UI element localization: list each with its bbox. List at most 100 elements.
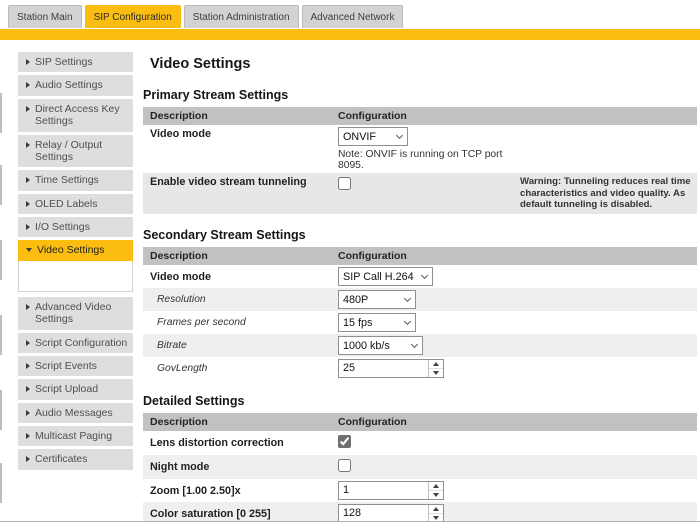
sidebar-item-label: Audio Settings (35, 79, 103, 91)
tunneling-checkbox[interactable] (338, 177, 351, 190)
table-row: Enable video stream tunneling Warning: T… (143, 173, 697, 214)
detailed-section-title: Detailed Settings (143, 394, 697, 408)
left-edge-mark (0, 240, 2, 280)
chevron-right-icon (26, 304, 30, 310)
column-header-configuration: Configuration (338, 248, 520, 264)
chevron-down-icon (396, 131, 403, 138)
sidebar-item-time-settings[interactable]: Time Settings (18, 170, 133, 190)
sidebar-item-direct-access-key-settings[interactable]: Direct Access Key Settings (18, 99, 133, 132)
sidebar-item-advanced-video-settings[interactable]: Advanced Video Settings (18, 297, 133, 330)
chevron-down-icon (26, 248, 32, 252)
sidebar-item-label: Time Settings (35, 174, 99, 186)
sidebar-item-relay-output-settings[interactable]: Relay / Output Settings (18, 135, 133, 168)
sidebar-item-multicast-paging[interactable]: Multicast Paging (18, 426, 133, 446)
zoom-label: Zoom [1.00 2.50]x (143, 482, 338, 500)
chevron-right-icon (26, 410, 30, 416)
primary-section-title: Primary Stream Settings (143, 88, 697, 102)
primary-video-mode-select[interactable]: ONVIF (338, 127, 408, 146)
chevron-right-icon (26, 142, 30, 148)
select-value: 1000 kb/s (343, 340, 390, 352)
column-header-description: Description (143, 247, 338, 265)
page-title: Video Settings (150, 56, 697, 72)
chevron-down-icon (421, 272, 428, 279)
table-row: GovLength 25 (143, 357, 697, 380)
tunneling-label: Enable video stream tunneling (143, 173, 338, 191)
resolution-select[interactable]: 480P (338, 290, 416, 309)
sidebar-item-script-events[interactable]: Script Events (18, 356, 133, 376)
chevron-right-icon (26, 363, 30, 369)
tab-label: Station Administration (193, 12, 290, 23)
spinner-up-icon[interactable] (429, 482, 443, 491)
sidebar-item-certificates[interactable]: Certificates (18, 449, 133, 469)
secondary-video-mode-select[interactable]: SIP Call H.264 (338, 267, 433, 286)
sidebar-item-label: Multicast Paging (35, 430, 112, 442)
left-edge-mark (0, 463, 2, 503)
chevron-down-icon (404, 295, 411, 302)
fps-select[interactable]: 15 fps (338, 313, 416, 332)
table-row: Lens distortion correction (143, 431, 697, 455)
left-edge-mark (0, 315, 2, 355)
zoom-input[interactable]: 1 (338, 481, 444, 500)
tab-station-main[interactable]: Station Main (8, 5, 82, 28)
select-value: 480P (343, 294, 368, 306)
sidebar-item-label: Audio Messages (35, 407, 113, 419)
sidebar-item-script-configuration[interactable]: Script Configuration (18, 333, 133, 353)
govlength-input[interactable]: 25 (338, 359, 444, 378)
select-value: 15 fps (343, 317, 372, 329)
spinner-down-icon[interactable] (429, 369, 443, 377)
lens-distortion-checkbox[interactable] (338, 435, 351, 448)
video-mode-label: Video mode (143, 268, 338, 286)
sidebar-item-sip-settings[interactable]: SIP Settings (18, 52, 133, 72)
sidebar-item-label: Script Events (35, 360, 97, 372)
lens-distortion-label: Lens distortion correction (143, 434, 338, 452)
sidebar-item-audio-messages[interactable]: Audio Messages (18, 403, 133, 423)
sidebar-item-script-upload[interactable]: Script Upload (18, 379, 133, 399)
tab-label: Station Main (17, 12, 73, 23)
secondary-section-title: Secondary Stream Settings (143, 228, 697, 242)
chevron-right-icon (26, 177, 30, 183)
detailed-settings-table: Description Configuration Lens distortio… (143, 413, 697, 522)
tab-bar: Station Main SIP Configuration Station A… (0, 0, 700, 28)
chevron-right-icon (26, 106, 30, 112)
onvif-note: Note: ONVIF is running on TCP port 8095. (338, 149, 520, 171)
column-header-configuration: Configuration (338, 414, 520, 430)
tab-advanced-network[interactable]: Advanced Network (302, 5, 404, 28)
spinner-up-icon[interactable] (429, 505, 443, 514)
sidebar-item-video-settings[interactable]: Video Settings (18, 240, 133, 260)
sidebar-item-io-settings[interactable]: I/O Settings (18, 217, 133, 237)
tab-station-administration[interactable]: Station Administration (184, 5, 299, 28)
table-row: Resolution 480P (143, 288, 697, 311)
table-row: Video mode ONVIF Note: ONVIF is running … (143, 125, 697, 173)
left-edge-mark (0, 390, 2, 430)
resolution-label: Resolution (143, 291, 338, 308)
spinner-up-icon[interactable] (429, 360, 443, 369)
chevron-right-icon (26, 201, 30, 207)
sidebar-item-label: Script Configuration (35, 337, 127, 349)
tab-label: Advanced Network (311, 12, 395, 23)
left-edge-mark (0, 165, 2, 205)
column-header-configuration: Configuration (338, 108, 520, 124)
column-header-description: Description (143, 413, 338, 431)
table-row: Bitrate 1000 kb/s (143, 334, 697, 357)
tab-sip-configuration[interactable]: SIP Configuration (85, 5, 181, 28)
secondary-stream-table: Description Configuration Video mode SIP… (143, 247, 697, 380)
chevron-right-icon (26, 224, 30, 230)
sidebar: SIP Settings Audio Settings Direct Acces… (18, 52, 133, 522)
chevron-right-icon (26, 59, 30, 65)
chevron-right-icon (26, 386, 30, 392)
chevron-right-icon (26, 456, 30, 462)
sidebar-item-oled-labels[interactable]: OLED Labels (18, 194, 133, 214)
night-mode-checkbox[interactable] (338, 459, 351, 472)
color-saturation-input[interactable]: 128 (338, 504, 444, 522)
sidebar-item-audio-settings[interactable]: Audio Settings (18, 75, 133, 95)
input-value: 25 (339, 360, 428, 377)
sidebar-item-label: Script Upload (35, 383, 98, 395)
table-row: Color saturation [0 255] 128 (143, 502, 697, 522)
chevron-down-icon (404, 318, 411, 325)
spinner-down-icon[interactable] (429, 514, 443, 522)
spinner-down-icon[interactable] (429, 491, 443, 499)
sidebar-item-label: Video Settings (37, 244, 105, 256)
bitrate-select[interactable]: 1000 kb/s (338, 336, 423, 355)
table-header-row: Description Configuration (143, 247, 697, 265)
tab-label: SIP Configuration (94, 12, 172, 23)
